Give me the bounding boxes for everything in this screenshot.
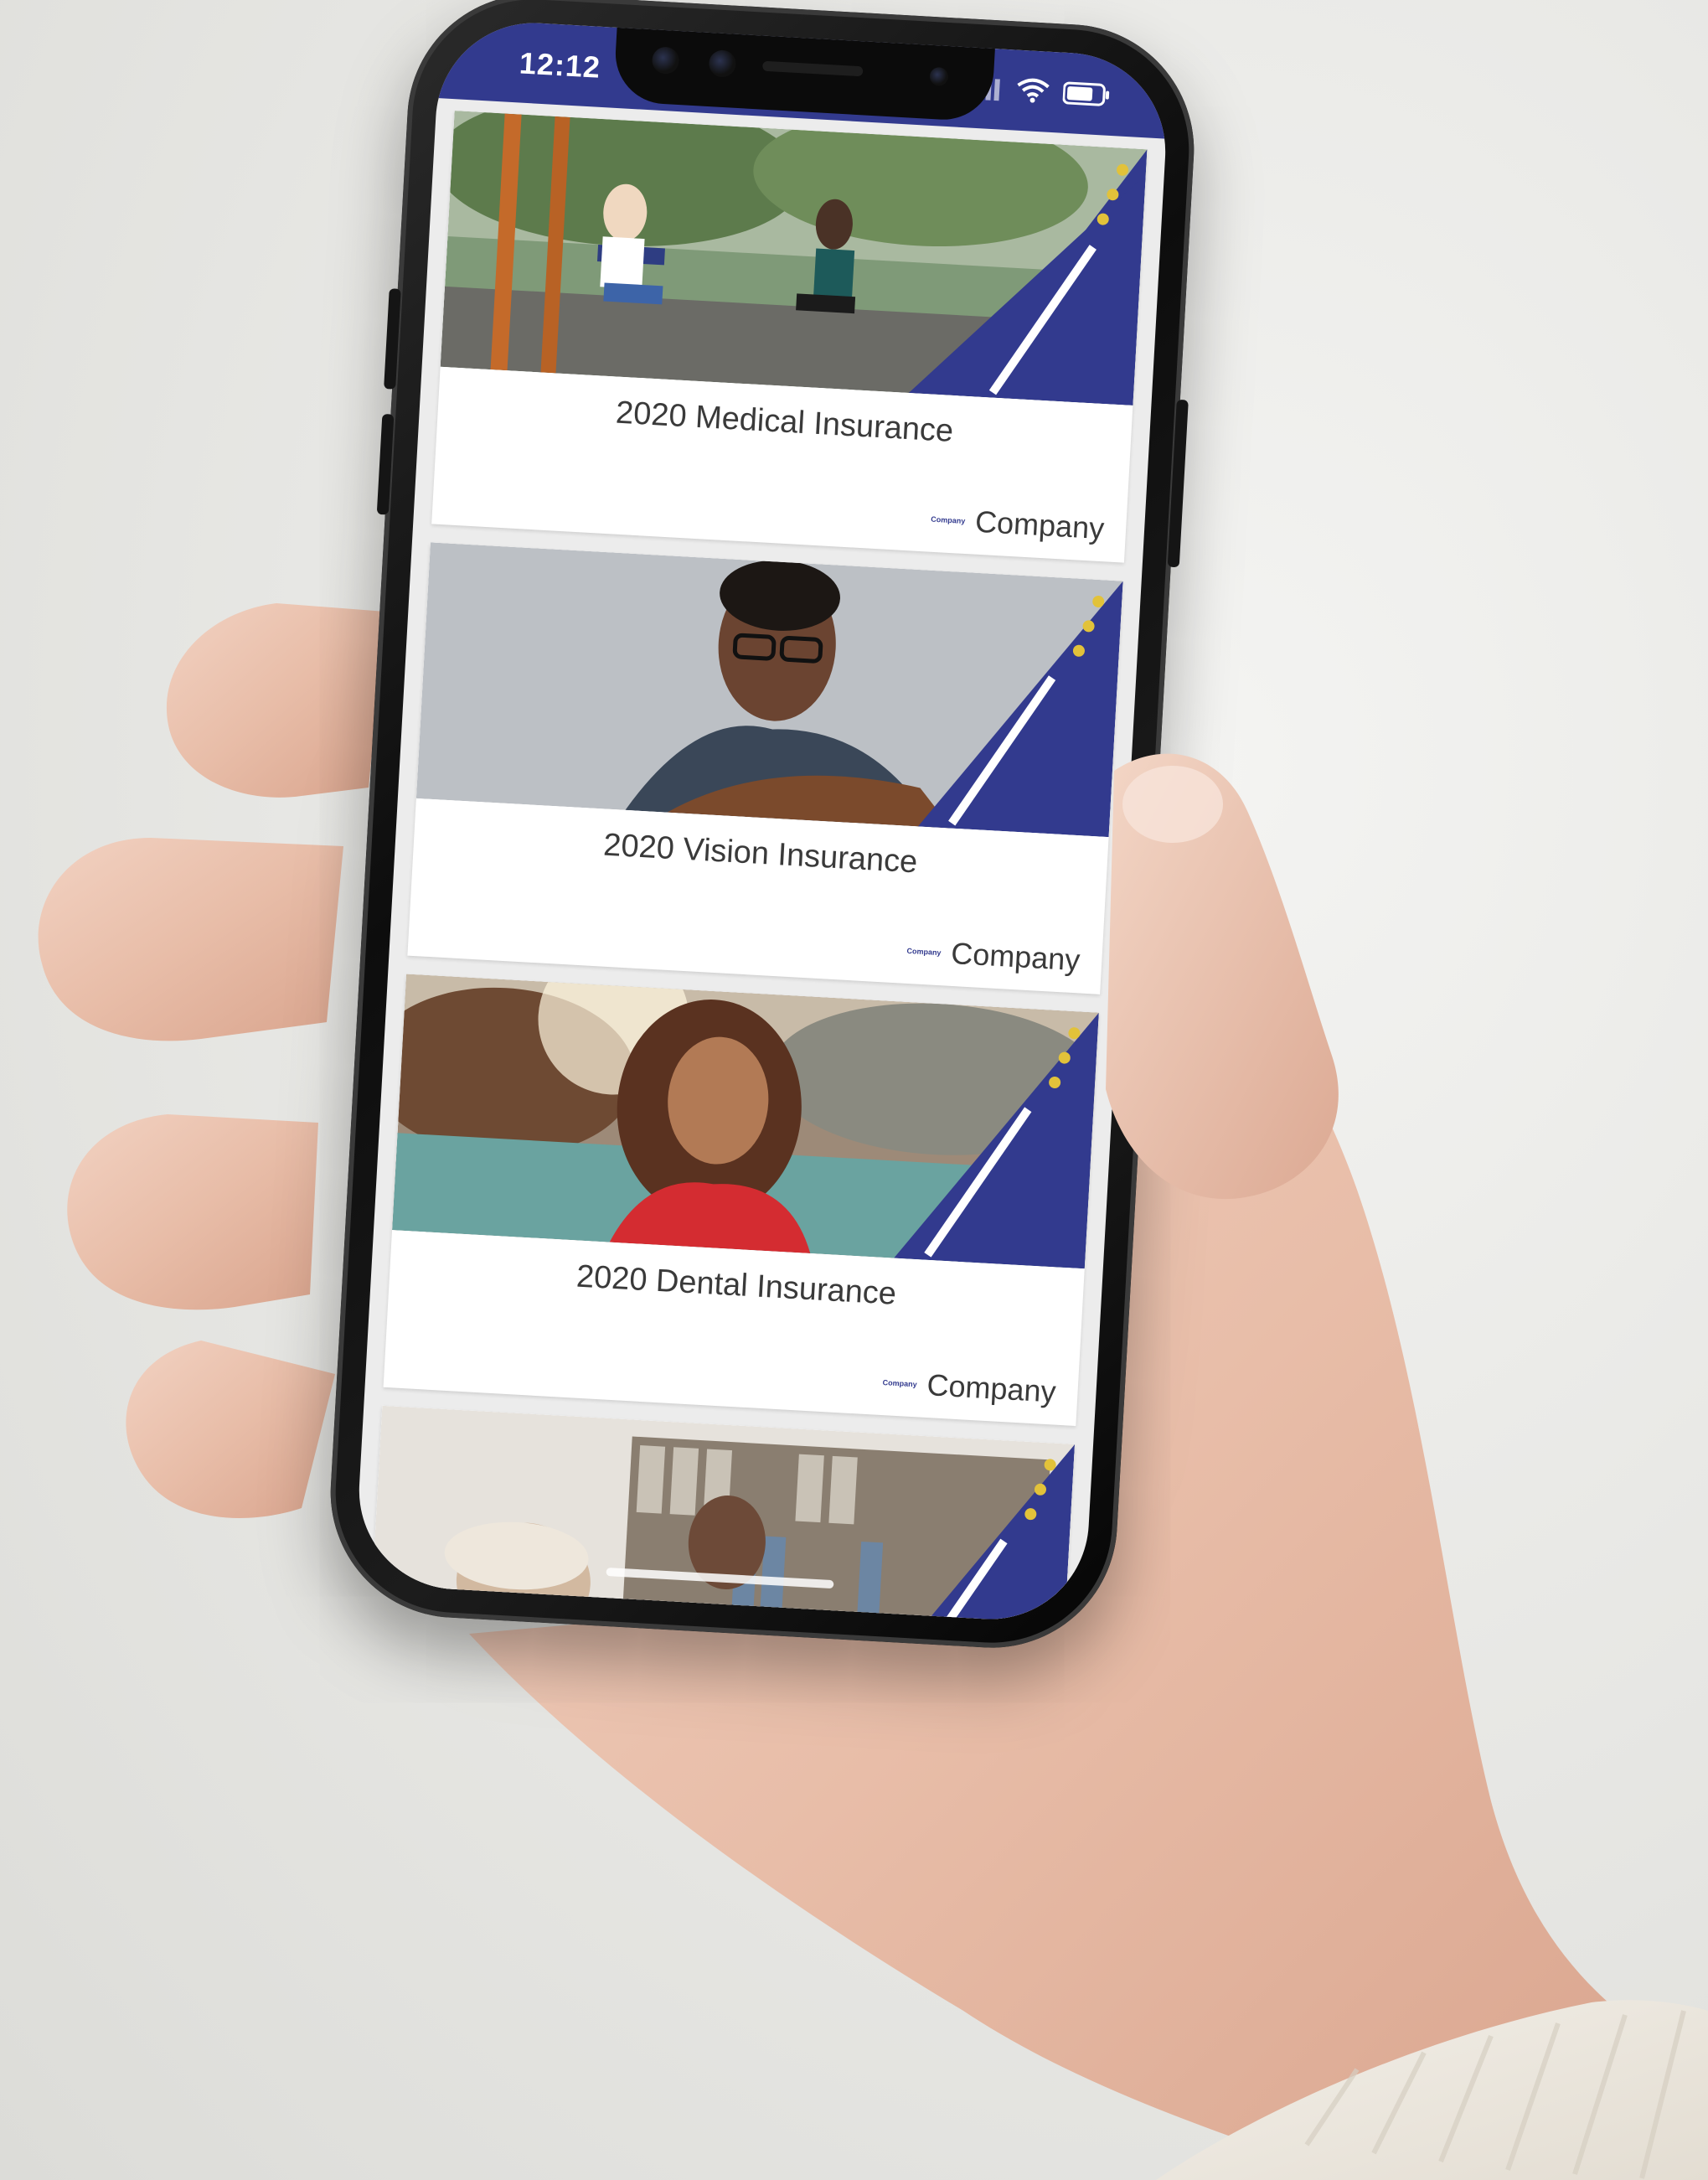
- dot-projector-icon: [929, 66, 949, 86]
- wifi-icon: [1017, 78, 1050, 103]
- banner-accent-stripe: [917, 581, 1123, 838]
- earpiece-speaker: [761, 60, 864, 77]
- banner-accent-stripe: [908, 149, 1148, 406]
- insurance-card-medical[interactable]: 2020 Medical Insurance Company Company: [431, 111, 1148, 563]
- company-logo: Company: [882, 1378, 917, 1389]
- card-banner: [415, 542, 1123, 838]
- card-brand: Company Company: [906, 933, 1081, 978]
- card-banner: [440, 111, 1148, 406]
- banner-accent-stripe: [894, 1012, 1099, 1269]
- company-name: Company: [950, 935, 1081, 978]
- battery-icon: [1062, 81, 1110, 106]
- company-name: Company: [926, 1367, 1057, 1409]
- insurance-card-vision[interactable]: 2020 Vision Insurance Company Company: [407, 542, 1123, 994]
- company-name: Company: [974, 504, 1106, 546]
- company-logo: Company: [906, 946, 942, 958]
- card-brand: Company Company: [882, 1365, 1057, 1409]
- sensor-icon: [708, 49, 737, 78]
- insurance-feed[interactable]: 2020 Medical Insurance Company Company 2…: [353, 98, 1166, 1625]
- insurance-card-dental[interactable]: 2020 Dental Insurance Company Company: [383, 974, 1099, 1427]
- status-time: 12:12: [518, 45, 602, 85]
- phone-screen: 12:12 2020 Medical Insurance Company Com…: [353, 18, 1171, 1625]
- company-logo: Company: [931, 514, 966, 525]
- front-camera-icon: [651, 46, 680, 75]
- card-banner: [392, 974, 1099, 1269]
- phone: 12:12 2020 Medical Insurance Company Com…: [323, 0, 1201, 1655]
- card-brand: Company Company: [930, 502, 1105, 546]
